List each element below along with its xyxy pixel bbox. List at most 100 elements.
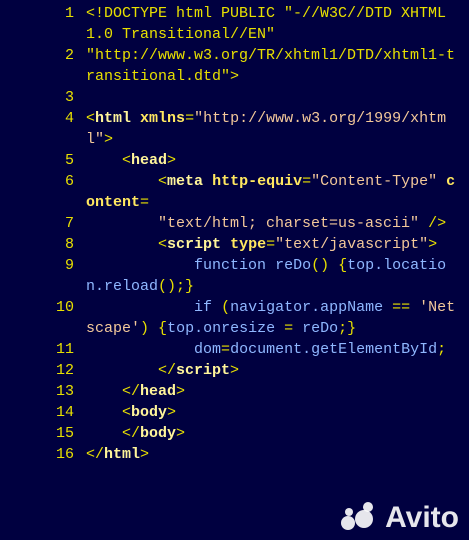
code-text: </script> (86, 360, 463, 381)
line-number: 12 (55, 362, 74, 379)
code-token: > (104, 131, 114, 148)
code-token: html (104, 446, 141, 463)
code-token: < (122, 404, 132, 421)
code-line: 2 "http://www.w3.org/TR/xhtml1/DTD/xhtml1… (0, 45, 469, 87)
code-token: <!DOCTYPE html PUBLIC "-//W3C//DTD XHTML… (86, 5, 456, 43)
avito-watermark: Avito (341, 502, 459, 532)
code-token: </ (158, 362, 177, 379)
line-number: 1 (64, 5, 74, 22)
code-token: dom (194, 341, 222, 358)
code-text: <meta http-equiv="Content-Type" content= (86, 171, 463, 213)
code-token: < (122, 152, 132, 169)
code-line: 3 (0, 87, 469, 108)
code-token: head (131, 152, 168, 169)
code-token: == (392, 299, 411, 316)
code-token: </ (86, 446, 105, 463)
code-token: reDo (302, 320, 339, 337)
code-text: function reDo() {top.location.reload();} (86, 255, 463, 297)
code-token: > (167, 404, 177, 421)
line-number: 13 (55, 383, 74, 400)
code-line: 12 </script> (0, 360, 469, 381)
code-token: = (266, 236, 276, 253)
line-number: 10 (55, 299, 74, 316)
code-token: script (167, 236, 222, 253)
code-line: 8 <script type="text/javascript"> (0, 234, 469, 255)
line-number: 7 (64, 215, 74, 232)
code-token: < (86, 110, 96, 127)
code-text: </head> (86, 381, 463, 402)
line-number: 14 (55, 404, 74, 421)
code-lines: 1 <!DOCTYPE html PUBLIC "-//W3C//DTD XHTM… (0, 3, 469, 465)
code-text: <head> (86, 150, 463, 171)
code-token: { (158, 320, 168, 337)
code-token: > (140, 446, 150, 463)
code-token: < (158, 173, 168, 190)
code-token: /> (428, 215, 447, 232)
line-number: 2 (64, 47, 74, 64)
code-token: > (176, 425, 186, 442)
code-token: ( (221, 299, 231, 316)
code-line: 16 </html> (0, 444, 469, 465)
code-token: { (338, 257, 348, 274)
line-number: 11 (55, 341, 74, 358)
code-editor: 1 <!DOCTYPE html PUBLIC "-//W3C//DTD XHTM… (0, 0, 469, 540)
line-number: 8 (64, 236, 74, 253)
code-token: top.onresize (167, 320, 276, 337)
code-token: () (311, 257, 330, 274)
code-token: = (221, 341, 231, 358)
avito-logo-icon (341, 502, 379, 532)
code-text: if (navigator.appName == 'Netscape') {to… (86, 297, 463, 339)
code-text: "http://www.w3.org/TR/xhtml1/DTD/xhtml1-… (86, 45, 463, 87)
code-token: = (284, 320, 294, 337)
code-token: </ (122, 383, 141, 400)
code-line: 11 dom=document.getElementById; (0, 339, 469, 360)
code-line: 5 <head> (0, 150, 469, 171)
code-text: dom=document.getElementById; (86, 339, 463, 360)
code-line: 1 <!DOCTYPE html PUBLIC "-//W3C//DTD XHTM… (0, 3, 469, 45)
code-token: meta (167, 173, 204, 190)
code-token: ;} (338, 320, 357, 337)
code-token: "text/javascript" (275, 236, 429, 253)
code-line: 4 <html xmlns="http://www.w3.org/1999/xht… (0, 108, 469, 150)
code-token: "http://www.w3.org/TR/xhtml1/DTD/xhtml1-… (86, 47, 456, 85)
code-token: xmlns (140, 110, 186, 127)
code-line: 10 if (navigator.appName == 'Netscape') … (0, 297, 469, 339)
code-token: navigator.appName (230, 299, 384, 316)
line-number: 15 (55, 425, 74, 442)
code-line: 13 </head> (0, 381, 469, 402)
line-number: 6 (64, 173, 74, 190)
code-token: reDo (275, 257, 312, 274)
code-token: html (95, 110, 132, 127)
line-number: 5 (64, 152, 74, 169)
code-token: > (176, 383, 186, 400)
code-line: 15 </body> (0, 423, 469, 444)
code-token: type (230, 236, 267, 253)
code-token: function (194, 257, 267, 274)
code-text: <!DOCTYPE html PUBLIC "-//W3C//DTD XHTML… (86, 3, 463, 45)
code-token: ; (437, 341, 447, 358)
code-token: body (140, 425, 177, 442)
code-token: > (230, 362, 240, 379)
code-token: ();} (158, 278, 195, 295)
line-number: 4 (64, 110, 74, 127)
line-number: 3 (64, 89, 74, 106)
